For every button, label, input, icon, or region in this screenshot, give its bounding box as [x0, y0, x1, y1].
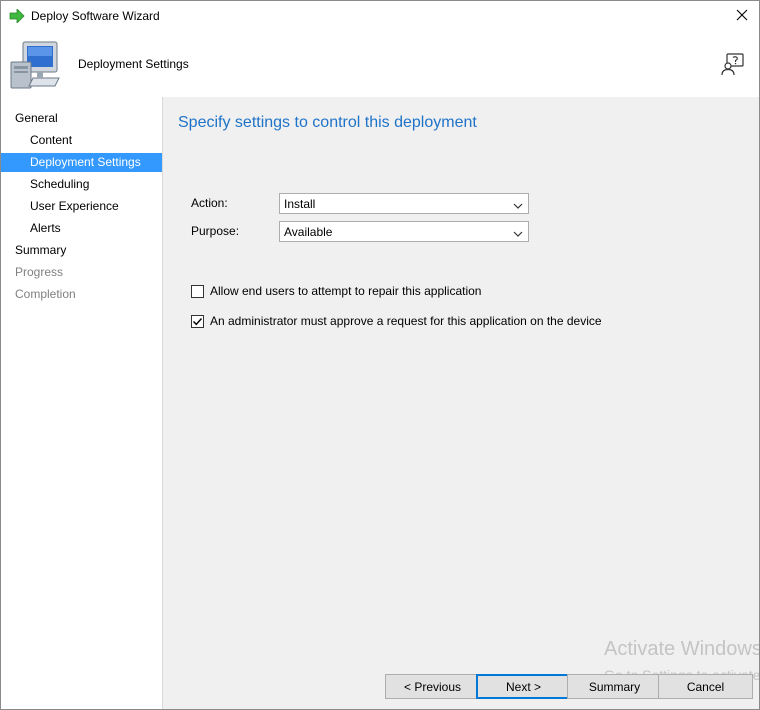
action-dropdown[interactable]: Install [279, 193, 529, 214]
chevron-down-icon [513, 227, 523, 237]
approval-checkbox[interactable] [191, 315, 204, 328]
close-button[interactable] [729, 3, 755, 29]
checkmark-icon [193, 318, 203, 326]
summary-button[interactable]: Summary [567, 674, 662, 699]
close-icon [736, 9, 748, 24]
activate-windows-watermark: Activate Windows [604, 638, 760, 660]
purpose-dropdown-value: Available [284, 225, 333, 239]
purpose-dropdown[interactable]: Available [279, 221, 529, 242]
deploy-software-wizard-window: Deploy Software Wizard Deployment Settin… [0, 0, 760, 710]
computer-icon [9, 40, 63, 90]
purpose-label: Purpose: [191, 224, 240, 238]
wizard-sidebar: General Content Deployment Settings Sche… [1, 97, 163, 709]
approval-checkbox-label: An administrator must approve a request … [210, 314, 602, 328]
help-person-icon[interactable] [721, 52, 745, 76]
wizard-header: Deployment Settings [1, 32, 759, 96]
page-heading: Specify settings to control this deploym… [178, 114, 477, 131]
green-arrow-icon [9, 8, 25, 24]
action-label: Action: [191, 196, 228, 210]
chevron-down-icon [513, 199, 523, 209]
window-title: Deploy Software Wizard [31, 9, 160, 23]
sidebar-item-content[interactable]: Content [1, 131, 162, 150]
sidebar-item-user-experience[interactable]: User Experience [1, 197, 162, 216]
sidebar-item-progress: Progress [15, 265, 64, 279]
sidebar-item-deployment-settings[interactable]: Deployment Settings [1, 153, 162, 172]
repair-checkbox[interactable] [191, 285, 204, 298]
sidebar-item-summary[interactable]: Summary [1, 241, 162, 260]
title-bar: Deploy Software Wizard [1, 1, 759, 32]
cancel-button[interactable]: Cancel [658, 674, 753, 699]
sidebar-item-scheduling[interactable]: Scheduling [1, 175, 162, 194]
wizard-content-panel: Specify settings to control this deploym… [163, 97, 759, 709]
repair-checkbox-label: Allow end users to attempt to repair thi… [210, 284, 482, 298]
sidebar-item-alerts[interactable]: Alerts [1, 219, 162, 238]
action-dropdown-value: Install [284, 197, 316, 211]
previous-button[interactable]: < Previous [385, 674, 480, 699]
sidebar-item-general[interactable]: General [1, 109, 162, 128]
next-button[interactable]: Next > [476, 674, 571, 699]
sidebar-item-completion: Completion [15, 287, 76, 301]
header-title: Deployment Settings [78, 57, 189, 71]
